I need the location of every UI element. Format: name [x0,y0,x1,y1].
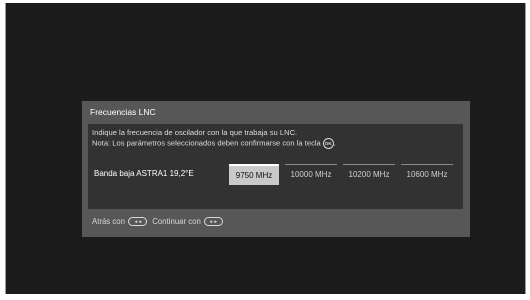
info-text-line-2: Nota: Los parámetros seleccionados deben… [92,138,336,149]
continue-hint-text: Continuar con [152,217,201,226]
lnc-frequency-dialog: Frecuencias LNC Indique la frecuencia de… [82,101,470,237]
band-label: Banda baja ASTRA1 19,2°E [94,169,194,178]
frequency-option-9750[interactable]: 9750 MHz [229,164,279,185]
rewind-button-icon[interactable]: ◄◄ [128,217,148,227]
info-text-line-2-text: Nota: Los parámetros seleccionados deben… [92,138,321,148]
frequency-option-10200[interactable]: 10200 MHz [343,164,395,185]
dialog-content: Indique la frecuencia de oscilador con l… [88,124,463,209]
dialog-title: Frecuencias LNC [90,107,156,117]
dialog-footer: Atrás con ◄◄ Continuar con ►► [92,217,226,227]
fast-forward-button-icon[interactable]: ►► [204,217,223,227]
back-hint-text: Atrás con [92,217,125,226]
frequency-option-10600[interactable]: 10600 MHz [401,164,453,185]
ok-key-icon: OK [322,138,334,149]
frequency-option-10000[interactable]: 10000 MHz [285,164,337,185]
tv-screen: Frecuencias LNC Indique la frecuencia de… [5,3,526,294]
info-text-line-1: Indique la frecuencia de oscilador con l… [92,128,298,137]
